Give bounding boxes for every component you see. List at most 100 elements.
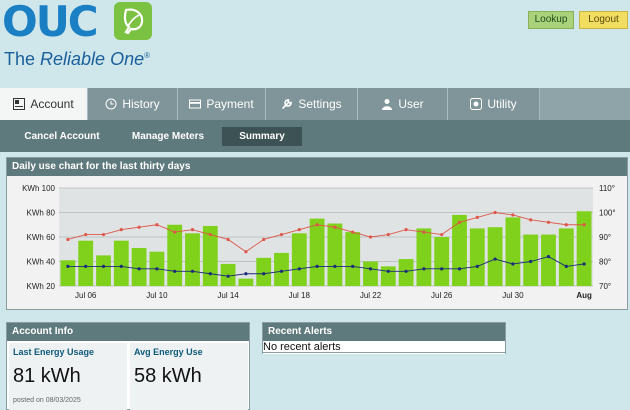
bar [558, 228, 574, 286]
wrench-icon [281, 98, 293, 110]
high-temp-point [279, 232, 284, 237]
bar [345, 232, 361, 286]
high-temp-point [226, 237, 230, 242]
low-temp-point [457, 267, 462, 271]
x-tick-label: Jul 18 [289, 291, 311, 300]
x-tick-label: Jul 30 [502, 291, 524, 300]
tab-user[interactable]: User [358, 88, 448, 120]
tab-label: Account [30, 97, 74, 111]
tagline-prefix: The [4, 49, 41, 69]
bar [469, 228, 485, 286]
low-temp-point [262, 272, 266, 276]
high-temp-point [564, 223, 568, 227]
tagline: The Reliable One® [4, 49, 150, 70]
registered-mark: ® [144, 51, 150, 60]
low-temp-point [137, 267, 141, 271]
leaf-bulb-icon [114, 2, 152, 40]
low-temp-point [66, 264, 70, 268]
header: OUC The Reliable One® Lookup Logout [0, 0, 630, 88]
account-info-panel: Account Info Last Energy Usage 81 kWh po… [6, 322, 250, 410]
x-tick-label: Jul 10 [146, 291, 168, 300]
tab-account[interactable]: Account [0, 88, 88, 120]
y-left-tick-label: KWh 80 [27, 209, 56, 218]
y-right-tick-label: 80° [599, 258, 611, 267]
tab-utility[interactable]: Utility [448, 88, 540, 120]
daily-use-chart: KWh 20 KWh 40 KWh 60 KWh 80 KWh 100 70° 80° 90°… [22, 184, 615, 300]
bar [274, 252, 289, 286]
utility-icon [470, 98, 483, 110]
x-tick-label: Aug [576, 291, 592, 300]
high-temp-point [511, 213, 515, 217]
high-temp-point [546, 220, 551, 224]
last-energy-label: Last Energy Usage [13, 347, 95, 357]
high-temp-point [386, 232, 390, 237]
high-temp-point [119, 228, 123, 232]
avg-energy-card: Avg Energy Use 58 kWh [130, 343, 248, 410]
low-temp-point [208, 272, 212, 276]
low-temp-point [475, 264, 479, 268]
sub-nav: Cancel Account Manage Meters Summary [0, 120, 630, 152]
high-temp-point [333, 225, 337, 229]
low-temp-point [173, 269, 177, 273]
high-temp-point [155, 223, 159, 227]
low-temp-point [529, 259, 533, 264]
high-temp-point [422, 230, 426, 234]
low-temp-point [297, 267, 301, 271]
bar [167, 224, 183, 286]
tab-payment[interactable]: Payment [178, 88, 266, 120]
x-tick-label: Jul 22 [360, 291, 382, 300]
x-tick-label: Jul 06 [75, 291, 97, 300]
bar [291, 233, 307, 286]
tab-history[interactable]: History [88, 88, 178, 120]
panel-title: Daily use chart for the last thirty days [7, 158, 627, 176]
high-temp-point [173, 230, 177, 234]
high-temp-point [315, 223, 319, 227]
high-temp-point [368, 235, 373, 239]
subtab-manage-meters[interactable]: Manage Meters [124, 127, 212, 146]
tab-label: History [122, 97, 160, 111]
no-alerts-text: No recent alerts [263, 341, 505, 353]
low-temp-point [351, 264, 355, 268]
low-temp-point [101, 264, 106, 268]
subtab-cancel-account[interactable]: Cancel Account [14, 127, 110, 146]
daily-use-panel: Daily use chart for the last thirty days… [6, 157, 628, 310]
low-temp-point [119, 264, 123, 268]
avg-energy-label: Avg Energy Use [134, 347, 203, 357]
last-energy-value: 81 kWh [13, 365, 81, 387]
posted-date: posted on 08/03/2025 [13, 397, 81, 404]
bar [131, 248, 147, 286]
y-left-tick-label: KWh 20 [27, 282, 56, 291]
tab-label: User [398, 97, 424, 111]
low-temp-point [155, 267, 159, 271]
account-info-title: Account Info [7, 323, 249, 341]
tagline-italic: Reliable One [40, 49, 145, 69]
bar [434, 237, 450, 286]
high-temp-point [475, 215, 479, 219]
high-temp-point [529, 218, 533, 222]
low-temp-point [226, 274, 230, 278]
recent-alerts-title: Recent Alerts [263, 323, 505, 341]
y-right-tick-label: 90° [599, 233, 611, 242]
high-temp-point [244, 250, 248, 254]
high-temp-point [190, 228, 195, 232]
lookup-button[interactable]: Lookup [528, 11, 574, 29]
bar [113, 240, 129, 286]
subtab-summary[interactable]: Summary [222, 127, 302, 146]
tab-settings[interactable]: Settings [266, 88, 358, 120]
high-temp-point [208, 232, 212, 237]
x-tick-label: Jul 26 [431, 291, 453, 300]
logout-button[interactable]: Logout [579, 11, 628, 29]
bar [327, 223, 343, 286]
y-left-tick-label: KWh 40 [27, 258, 56, 267]
y-left-tick-label: KWh 60 [27, 233, 56, 242]
main-nav: Account History Payment Settings User Ut… [0, 88, 630, 120]
high-temp-point [262, 237, 266, 242]
low-temp-point [404, 269, 408, 273]
bar [505, 217, 521, 286]
bar [256, 257, 272, 286]
low-temp-point [190, 269, 195, 273]
low-temp-point [493, 257, 497, 261]
card-icon [189, 98, 202, 110]
ouc-logo[interactable]: OUC [2, 0, 99, 44]
bar [238, 278, 254, 286]
